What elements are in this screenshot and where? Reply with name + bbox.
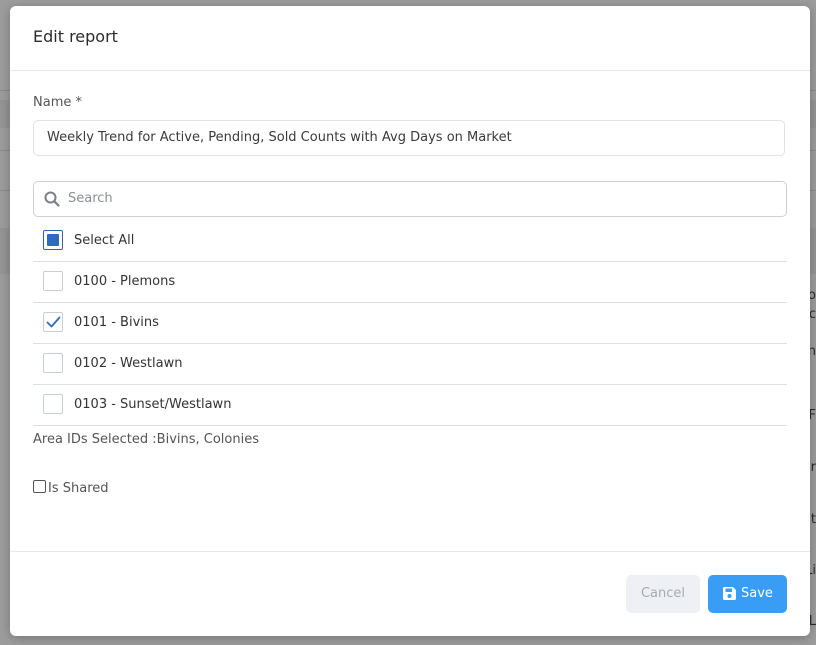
- selected-areas-summary: Area IDs Selected :Bivins, Colonies: [33, 432, 259, 447]
- list-item[interactable]: 0103 - Sunset/Westlawn: [33, 385, 787, 426]
- check-icon: [46, 316, 61, 328]
- area-checkbox[interactable]: [43, 271, 63, 291]
- list-item[interactable]: 0101 - Bivins: [33, 303, 787, 344]
- modal-title: Edit report: [33, 27, 118, 46]
- list-item[interactable]: 0100 - Plemons: [33, 262, 787, 303]
- select-all-label: Select All: [74, 233, 135, 248]
- name-label: Name *: [33, 95, 82, 110]
- area-checkbox[interactable]: [43, 312, 63, 332]
- is-shared-checkbox[interactable]: [33, 480, 46, 493]
- list-item-label: 0101 - Bivins: [74, 315, 159, 330]
- search-placeholder: Search: [68, 191, 113, 206]
- search-icon: [44, 191, 60, 207]
- list-item[interactable]: 0102 - Westlawn: [33, 344, 787, 385]
- save-label: Save: [741, 586, 773, 601]
- is-shared-label: Is Shared: [48, 481, 109, 496]
- search-input[interactable]: Search: [33, 181, 787, 217]
- modal-footer: Cancel Save: [10, 551, 810, 636]
- select-all-checkbox[interactable]: [43, 230, 63, 250]
- cancel-button[interactable]: Cancel: [626, 575, 700, 613]
- modal-header: Edit report: [10, 6, 810, 71]
- partial-fill: [47, 234, 59, 246]
- area-checkbox[interactable]: [43, 353, 63, 373]
- select-all-row[interactable]: Select All: [33, 221, 787, 262]
- area-checkbox[interactable]: [43, 394, 63, 414]
- name-input[interactable]: Weekly Trend for Active, Pending, Sold C…: [33, 120, 785, 156]
- floppy-disk-icon: [723, 587, 736, 600]
- list-item-label: 0100 - Plemons: [74, 274, 176, 289]
- list-item-label: 0103 - Sunset/Westlawn: [74, 397, 232, 412]
- area-list: Select All 0100 - Plemons 0101 - Bivins …: [33, 221, 787, 426]
- list-item-label: 0102 - Westlawn: [74, 356, 183, 371]
- edit-report-modal: Edit report Name * Weekly Trend for Acti…: [10, 6, 810, 636]
- save-button[interactable]: Save: [708, 575, 787, 613]
